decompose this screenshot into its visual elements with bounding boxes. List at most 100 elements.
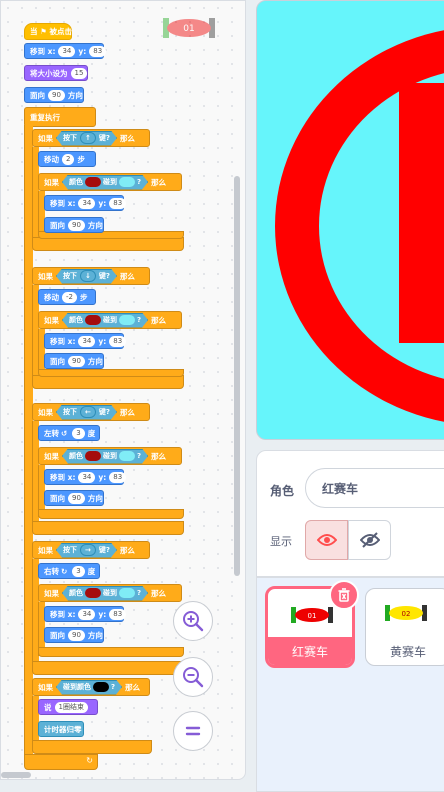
- goto-x-input[interactable]: 34: [78, 197, 96, 209]
- key-pressed-left[interactable]: 按下 ← 键?: [56, 405, 117, 420]
- delete-sprite-button[interactable]: [329, 580, 359, 610]
- reset-zoom-icon: [185, 726, 201, 736]
- goto-x-input[interactable]: 34: [78, 471, 96, 483]
- goto-xy-block[interactable]: 移到 x: 34 y: 83: [24, 43, 107, 59]
- size-input[interactable]: 15: [70, 67, 88, 79]
- if-key-up-block[interactable]: 如果 按下 ↑ 键? 那么: [32, 129, 150, 147]
- sprite-tile-label: 红赛车: [268, 637, 352, 665]
- code-area[interactable]: 01 当 ⚑ 被点击 移到 x: 34 y: 83 将大小设为 15 面向 90 方向 重复…: [0, 0, 246, 780]
- inner-if-bottom: [38, 647, 184, 657]
- direction-input[interactable]: 90: [48, 89, 65, 101]
- hat-label: 当 ⚑ 被点击: [30, 27, 72, 36]
- direction-input[interactable]: 90: [68, 355, 85, 367]
- move-steps-input[interactable]: -2: [62, 291, 77, 303]
- zoom-in-button[interactable]: [173, 601, 213, 641]
- svg-text:01: 01: [183, 24, 194, 34]
- color-touching-color[interactable]: 颜色 碰到?: [62, 313, 148, 328]
- forever-block[interactable]: 重复执行: [24, 107, 96, 127]
- direction-input[interactable]: 90: [68, 629, 85, 641]
- if-key-down-block[interactable]: 如果 按下 ↓ 键? 那么: [32, 267, 150, 285]
- point-direction-block[interactable]: 面向 90 方向: [44, 490, 104, 506]
- sprite-name-field[interactable]: 红赛车: [305, 468, 444, 508]
- color-touching-color[interactable]: 颜色 碰到?: [62, 586, 148, 601]
- goto-y-input[interactable]: 83: [89, 45, 107, 57]
- svg-text:02: 02: [402, 610, 411, 618]
- if-touch-color-block[interactable]: 如果 颜色 碰到? 那么: [38, 173, 182, 191]
- say-block[interactable]: 说 1圈结束: [38, 699, 98, 715]
- sprite-info-panel: 角色 红赛车 显示: [256, 450, 444, 577]
- zoom-out-button[interactable]: [173, 657, 213, 697]
- goto-y-input[interactable]: 83: [109, 335, 127, 347]
- turn-left-block[interactable]: 左转 ↺ 3 度: [38, 425, 100, 441]
- direction-input[interactable]: 90: [68, 219, 85, 231]
- color-touching-color[interactable]: 颜色 碰到?: [62, 175, 148, 190]
- goto-y-input[interactable]: 83: [109, 608, 127, 620]
- goto-x-input[interactable]: 34: [58, 45, 76, 57]
- reset-timer-block[interactable]: 计时器归零: [38, 721, 84, 737]
- if-bottom: [32, 521, 184, 535]
- goto-xy-block[interactable]: 移到 x: 34 y: 83: [44, 469, 127, 485]
- color-swatch-cyan: [119, 315, 135, 325]
- goto-xy-block[interactable]: 移到 x: 34 y: 83: [44, 195, 127, 211]
- reset-zoom-button[interactable]: [173, 711, 213, 751]
- if-touch-black-block[interactable]: 如果 碰到颜色? 那么: [32, 678, 150, 696]
- key-pressed-up[interactable]: 按下 ↑ 键?: [56, 131, 117, 146]
- move-steps-block[interactable]: 移动 2 步: [38, 151, 96, 167]
- goto-xy-block[interactable]: 移到 x: 34 y: 83: [44, 606, 127, 622]
- show-hidden-button[interactable]: [348, 520, 391, 560]
- sprite-list: 01 红赛车 02 黄赛车: [256, 577, 444, 792]
- code-scrollbar-vertical[interactable]: [234, 176, 240, 576]
- move-steps-block[interactable]: 移动 -2 步: [38, 289, 96, 305]
- color-swatch-red: [85, 451, 101, 461]
- trash-icon: [338, 588, 350, 602]
- say-text-input[interactable]: 1圈结束: [54, 701, 88, 713]
- point-direction-block[interactable]: 面向 90 方向: [44, 627, 104, 643]
- color-swatch-black: [93, 682, 109, 692]
- color-swatch-cyan: [119, 177, 135, 187]
- if-key-right-block[interactable]: 如果 按下 → 键? 那么: [32, 541, 150, 559]
- svg-text:01: 01: [308, 612, 317, 620]
- goto-x-input[interactable]: 34: [78, 335, 96, 347]
- color-swatch-cyan: [119, 451, 135, 461]
- sprite-tile-yellow-car[interactable]: 02 黄赛车: [365, 588, 444, 666]
- if-bottom: [32, 375, 184, 389]
- code-scrollbar-horizontal[interactable]: [1, 772, 31, 778]
- zoom-in-icon: [183, 611, 204, 632]
- stage-backdrop-track: [275, 30, 444, 422]
- point-direction-block[interactable]: 面向 90 方向: [44, 353, 104, 369]
- point-direction-block[interactable]: 面向 90 方向: [24, 87, 84, 103]
- if-key-left-block[interactable]: 如果 按下 ← 键? 那么: [32, 403, 150, 421]
- set-size-block[interactable]: 将大小设为 15: [24, 65, 88, 81]
- goto-y-input[interactable]: 83: [109, 197, 127, 209]
- show-label: 显示: [270, 535, 292, 548]
- turn-degree-input[interactable]: 3: [72, 427, 85, 439]
- zoom-out-icon: [183, 667, 204, 688]
- if-touch-color-block[interactable]: 如果 颜色 碰到? 那么: [38, 584, 182, 602]
- sprite-name-value: 红赛车: [322, 481, 359, 496]
- show-visible-button[interactable]: [305, 520, 348, 560]
- turn-right-block[interactable]: 右转 ↻ 3 度: [38, 563, 100, 579]
- key-pressed-right[interactable]: 按下 → 键?: [56, 543, 117, 558]
- eye-icon: [316, 534, 337, 546]
- color-swatch-red: [85, 315, 101, 325]
- stage[interactable]: [256, 0, 444, 440]
- sprite-ghost-thumbnail: 01: [161, 15, 217, 41]
- sprite-label: 角色: [270, 484, 295, 498]
- if-touch-color-block[interactable]: 如果 颜色 碰到? 那么: [38, 447, 182, 465]
- goto-y-input[interactable]: 83: [109, 471, 127, 483]
- goto-x-input[interactable]: 34: [78, 608, 96, 620]
- turn-degree-input[interactable]: 3: [72, 565, 85, 577]
- if-touch-color-block[interactable]: 如果 颜色 碰到? 那么: [38, 311, 182, 329]
- point-direction-block[interactable]: 面向 90 方向: [44, 217, 104, 233]
- direction-input[interactable]: 90: [68, 492, 85, 504]
- move-steps-input[interactable]: 2: [62, 153, 75, 165]
- color-swatch-red: [85, 177, 101, 187]
- eye-slash-icon: [359, 532, 380, 548]
- goto-xy-block[interactable]: 移到 x: 34 y: 83: [44, 333, 127, 349]
- when-flag-clicked-block[interactable]: 当 ⚑ 被点击: [24, 23, 72, 40]
- color-touching-color[interactable]: 颜色 碰到?: [62, 449, 148, 464]
- if-bottom: [32, 740, 152, 754]
- touching-color-black[interactable]: 碰到颜色?: [56, 680, 122, 695]
- key-pressed-down[interactable]: 按下 ↓ 键?: [56, 269, 117, 284]
- if-bottom: [32, 661, 184, 675]
